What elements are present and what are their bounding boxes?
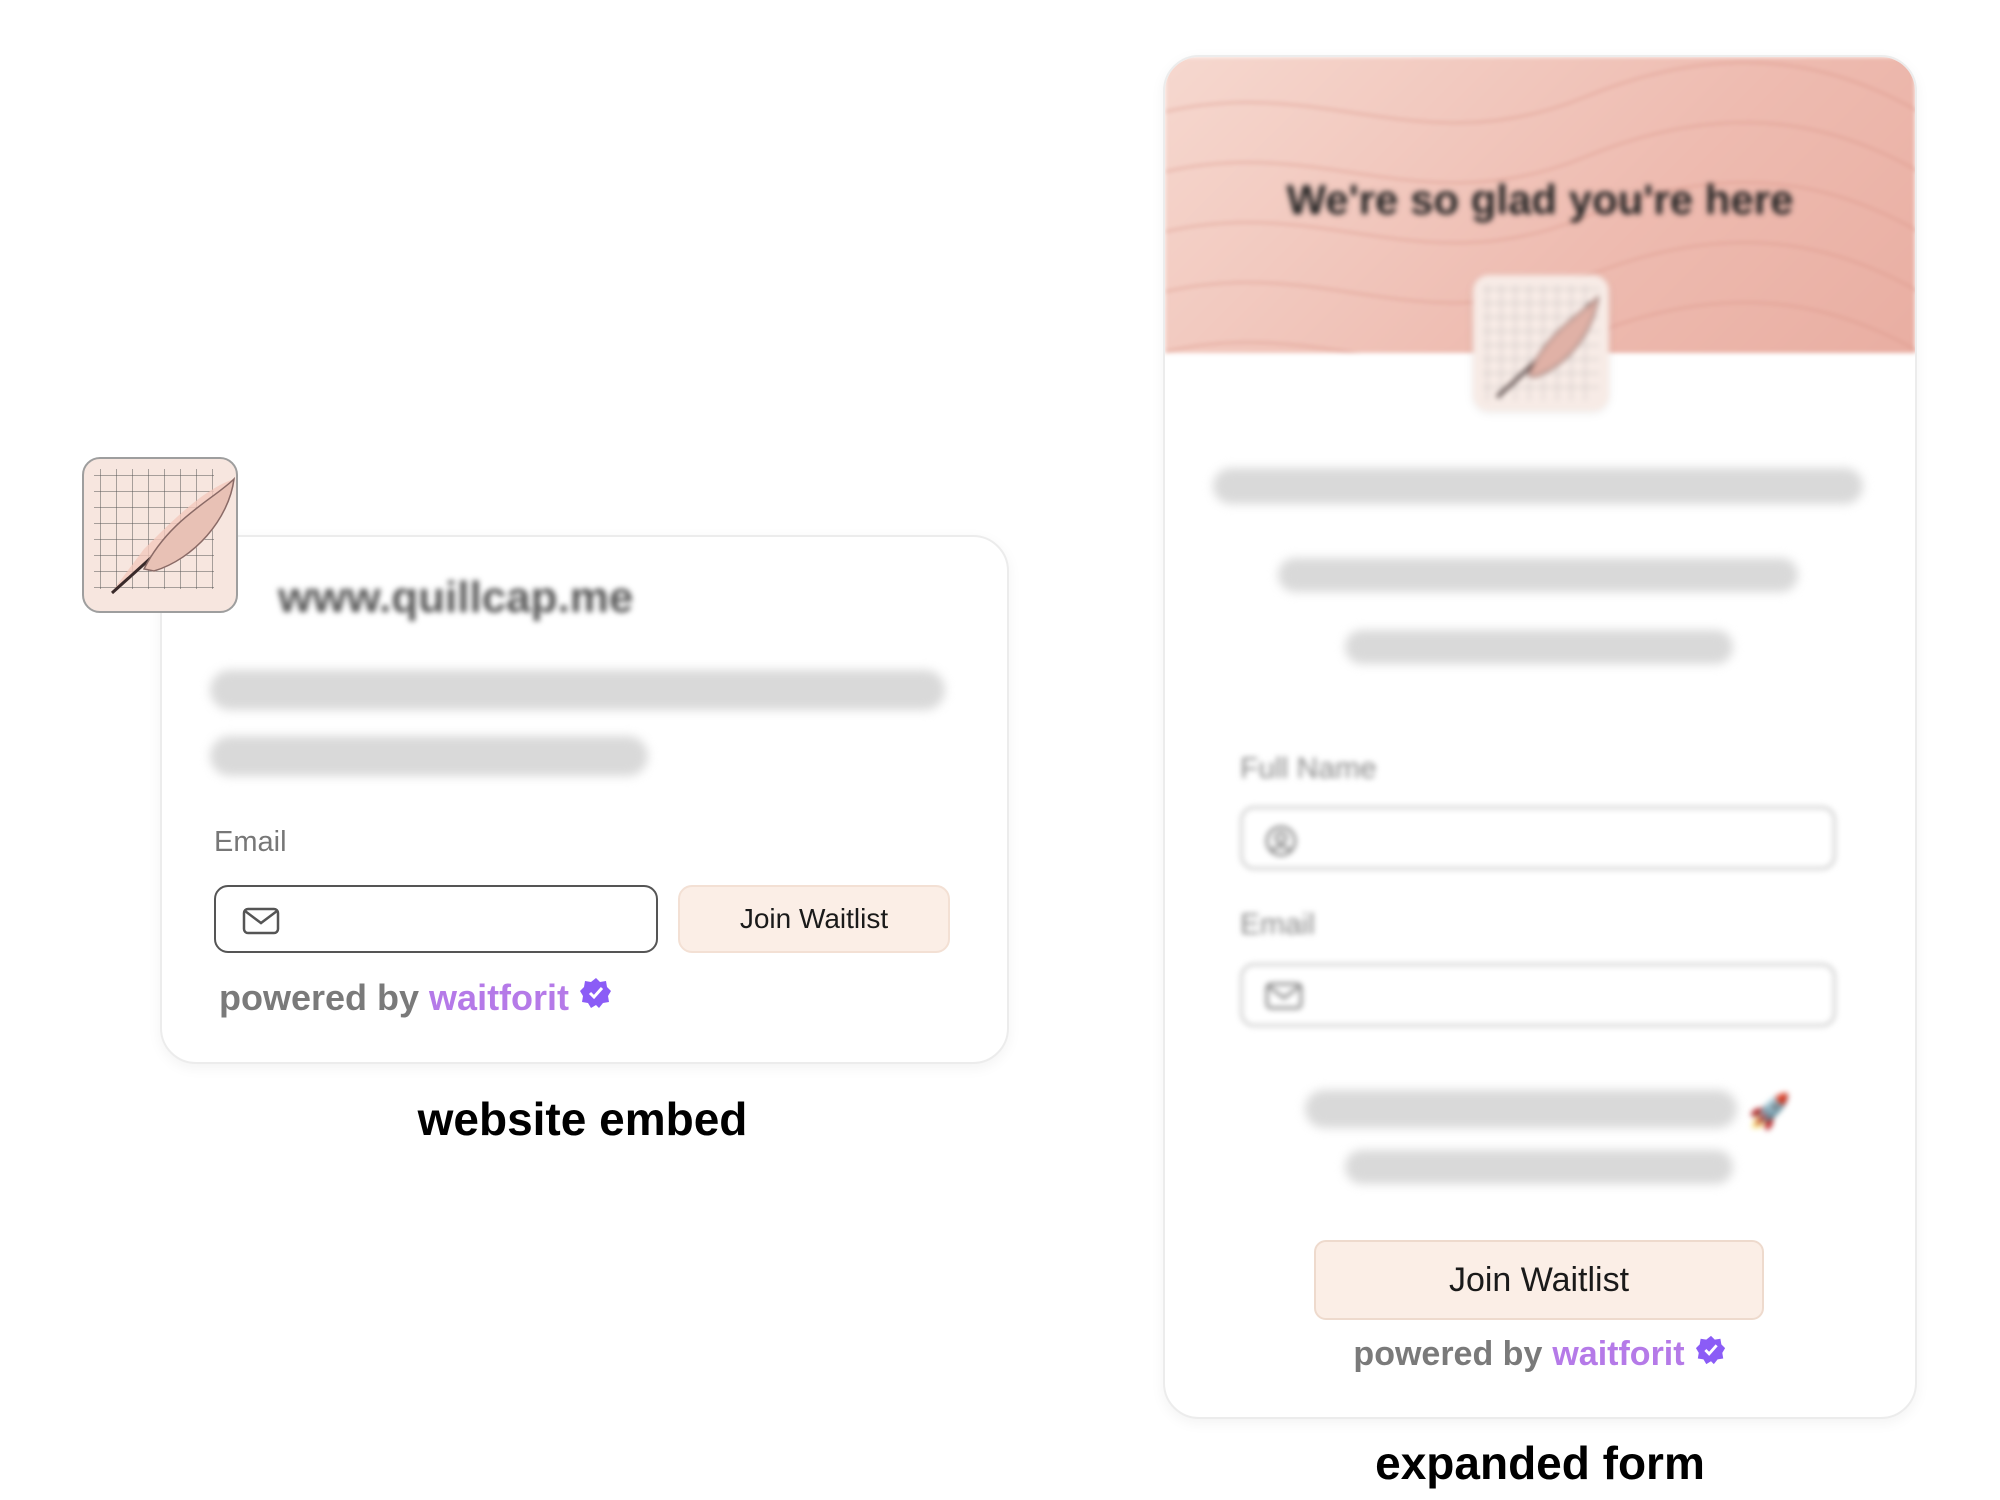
referral-placeholder [1305,1090,1737,1128]
form-title: We're so glad you're here [1286,176,1794,223]
full-name-field[interactable] [1240,806,1836,870]
website-url: www.quillcap.me [278,573,634,622]
expanded-form-card [1163,55,1917,1419]
email-field[interactable] [214,885,658,953]
brand-link[interactable]: waitforit [429,977,569,1019]
quill-logo-icon [82,457,238,613]
description-placeholder [1345,630,1733,664]
quill-logo-icon [1473,275,1609,411]
email-label: Email [214,826,287,858]
powered-by-text: powered by [1353,1335,1543,1373]
embed-caption: website embed [417,1093,748,1145]
verified-badge-icon [1695,1334,1727,1375]
powered-by-text: powered by [219,976,420,1018]
email-field[interactable] [1240,963,1836,1027]
mail-icon [242,907,280,940]
description-placeholder [210,736,648,776]
mail-icon [1265,982,1303,1015]
brand-link[interactable]: waitforit [1552,1335,1684,1374]
user-icon [1265,825,1297,862]
powered-by[interactable]: powered by waitforit [219,976,613,1019]
rocket-icon: 🚀 [1748,1093,1791,1131]
form-caption: expanded form [1375,1437,1705,1489]
description-placeholder [210,670,945,710]
description-placeholder [1213,468,1863,504]
description-placeholder [1278,558,1798,592]
join-waitlist-button[interactable]: Join Waitlist [678,885,950,953]
join-waitlist-button[interactable]: Join Waitlist [1314,1240,1764,1320]
email-label: Email [1240,908,1316,941]
powered-by[interactable]: powered by waitforit [1163,1334,1917,1375]
full-name-label: Full Name [1240,752,1377,785]
verified-badge-icon [579,976,613,1019]
referral-placeholder [1345,1150,1733,1184]
